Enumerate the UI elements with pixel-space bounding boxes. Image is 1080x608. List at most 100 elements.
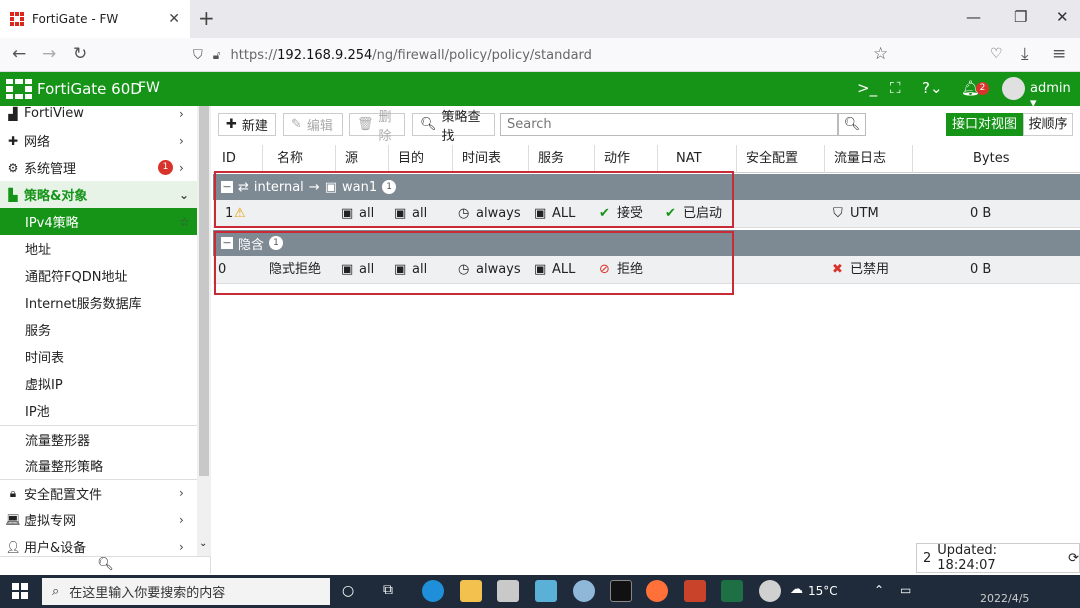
excel-icon[interactable]	[721, 580, 743, 602]
scroll-down-icon[interactable]: ⌄	[199, 538, 207, 549]
pocket-icon[interactable]: ♡	[990, 46, 1003, 62]
fullscreen-icon[interactable]: ⛶	[890, 79, 901, 97]
sidebar-item-ip-pool[interactable]: IP池	[0, 397, 197, 424]
file-explorer-icon[interactable]	[460, 580, 482, 602]
menu-icon[interactable]: ≡	[1052, 44, 1066, 64]
sidebar-item-security-profiles[interactable]: 🔒︎ 安全配置文件 ›	[0, 479, 197, 506]
new-tab-icon[interactable]: +	[198, 6, 215, 30]
browser-tab[interactable]: FortiGate - FW ✕	[0, 0, 190, 38]
download-icon[interactable]: ⤓	[1021, 44, 1029, 64]
chart-icon: ▟	[8, 106, 18, 121]
window-close-icon[interactable]: ✕	[1056, 8, 1069, 26]
app-icon[interactable]	[497, 580, 519, 602]
policy-lookup-button[interactable]: 🔍︎ 策略查找	[412, 110, 495, 144]
col-source[interactable]: 源	[336, 145, 389, 173]
bookmark-star-icon[interactable]: ☆	[873, 44, 888, 64]
pencil-icon: ✎	[291, 117, 302, 132]
sidebar-item-traffic-shaper[interactable]: 流量整形器	[0, 425, 197, 452]
sidebar-item-address[interactable]: 地址	[0, 235, 197, 262]
url-text[interactable]: https://192.168.9.254/ng/firewall/policy…	[231, 48, 592, 63]
sidebar-item-services[interactable]: 服务	[0, 316, 197, 343]
col-id[interactable]: ID	[213, 145, 263, 173]
sidebar-item-system[interactable]: ⚙ 系统管理 1 ›	[0, 154, 197, 181]
col-name[interactable]: 名称	[263, 145, 336, 173]
search-submit-button[interactable]: 🔍︎	[838, 113, 866, 136]
sidebar-item-network[interactable]: ✚ 网络 ›	[0, 127, 197, 154]
col-destination[interactable]: 目的	[389, 145, 453, 173]
minimize-icon[interactable]: —	[966, 8, 981, 26]
fortinet-logo-icon	[6, 79, 32, 99]
sidebar-item-traffic-shaping-policy[interactable]: 流量整形策略	[0, 452, 197, 479]
taskbar-search-input[interactable]: ⌕ 在这里输入你要搜索的内容	[42, 578, 330, 605]
firefox-icon[interactable]	[646, 580, 668, 602]
col-service[interactable]: 服务	[529, 145, 595, 173]
chevron-right-icon: ›	[179, 512, 184, 527]
chevron-right-icon: ›	[179, 539, 184, 554]
restore-icon[interactable]: ❐	[1014, 8, 1027, 26]
close-tab-icon[interactable]: ✕	[168, 11, 180, 27]
disabled-icon: ✖	[832, 262, 843, 277]
laptop-icon: 💻︎	[5, 512, 21, 527]
sidebar-item-vpn[interactable]: 💻︎ 虚拟专网 ›	[0, 506, 197, 533]
windows-start-icon[interactable]	[12, 583, 28, 599]
sidebar-item-fortiview[interactable]: ▟ FortiView ›	[0, 100, 197, 127]
edit-button[interactable]: ✎ 编辑	[283, 113, 343, 136]
scrollbar-thumb[interactable]	[199, 106, 209, 476]
app-icon[interactable]	[573, 580, 595, 602]
tray-chevron-icon[interactable]: ⌃	[874, 583, 884, 597]
app-icon[interactable]	[535, 580, 557, 602]
refresh-icon[interactable]: ⟳	[1068, 551, 1079, 566]
favorite-star-icon[interactable]: ☆	[179, 215, 197, 229]
col-bytes[interactable]: Bytes	[913, 145, 1080, 173]
powerpoint-icon[interactable]	[684, 580, 706, 602]
col-log[interactable]: 流量日志	[825, 145, 913, 173]
col-security[interactable]: 安全配置	[737, 145, 825, 173]
col-nat[interactable]: NAT	[658, 145, 737, 173]
user-menu[interactable]: admin ▾	[1030, 81, 1080, 111]
trash-icon: 🗑︎	[357, 117, 374, 132]
edge-icon[interactable]	[422, 580, 444, 602]
updated-time: Updated: 18:24:07	[937, 543, 997, 573]
avatar[interactable]	[1002, 77, 1025, 100]
cli-console-icon[interactable]: >_	[857, 79, 877, 97]
by-sequence-button[interactable]: 按顺序	[1023, 113, 1073, 136]
shield-icon[interactable]: ⛉	[193, 48, 203, 63]
sidebar-item-schedules[interactable]: 时间表	[0, 343, 197, 370]
sidebar-item-wildcard-fqdn[interactable]: 通配符FQDN地址	[0, 262, 197, 289]
delete-button[interactable]: 🗑︎ 删除	[349, 110, 405, 144]
sidebar-scrollbar[interactable]: ⌄	[197, 106, 211, 556]
sidebar-item-policy-objects[interactable]: ▙ 策略&对象 ⌄	[0, 181, 197, 208]
weather-icon[interactable]: ☁	[790, 582, 803, 597]
task-view-icon[interactable]: ⧉	[383, 582, 405, 604]
chevron-right-icon: ›	[179, 106, 184, 121]
sidebar-item-ipv4-policy[interactable]: IPv4策略 ☆	[0, 208, 197, 235]
new-button[interactable]: ✚ 新建	[218, 113, 276, 136]
sidebar-search-button[interactable]: 🔍︎	[0, 556, 211, 574]
search-input[interactable]	[500, 113, 838, 136]
interface-pair-view-button[interactable]: 接口对视图	[946, 113, 1023, 136]
alert-count-badge: 2	[976, 82, 989, 95]
lock-warning-icon[interactable]: 🔓︎	[213, 48, 221, 63]
reload-icon[interactable]: ↻	[73, 44, 87, 64]
app-icon[interactable]	[759, 580, 781, 602]
chevron-right-icon: ›	[179, 133, 184, 148]
col-schedule[interactable]: 时间表	[453, 145, 529, 173]
hostname: FW	[138, 80, 160, 96]
help-icon[interactable]: ?⌄	[922, 79, 943, 97]
cortana-icon[interactable]: ○	[342, 583, 364, 605]
taskbar: ⌕ 在这里输入你要搜索的内容 ○ ⧉ ☁ 15°C ⌃ ▭ 2022/4/5	[0, 575, 1080, 608]
sidebar-item-internet-service-db[interactable]: Internet服务数据库	[0, 289, 197, 316]
lock-icon: 🔒︎	[9, 485, 17, 500]
search-icon: 🔍︎	[843, 117, 861, 132]
back-icon[interactable]: ←	[12, 44, 26, 64]
forward-icon[interactable]: →	[42, 44, 56, 64]
sidebar-item-virtual-ip[interactable]: 虚拟IP	[0, 370, 197, 397]
product-name: FortiGate 60D	[37, 80, 142, 98]
terminal-icon[interactable]	[610, 580, 632, 602]
col-action[interactable]: 动作	[595, 145, 658, 173]
search-icon: ⌕	[52, 584, 60, 599]
address-bar[interactable]: ⛉ 🔓︎ https://192.168.9.254/ng/firewall/p…	[185, 42, 905, 68]
browser-nav-bar: ← → ↻ ⛉ 🔓︎ https://192.168.9.254/ng/fire…	[0, 38, 1080, 72]
network-tray-icon[interactable]: ▭	[900, 583, 911, 597]
system-date[interactable]: 2022/4/5	[980, 592, 1029, 605]
